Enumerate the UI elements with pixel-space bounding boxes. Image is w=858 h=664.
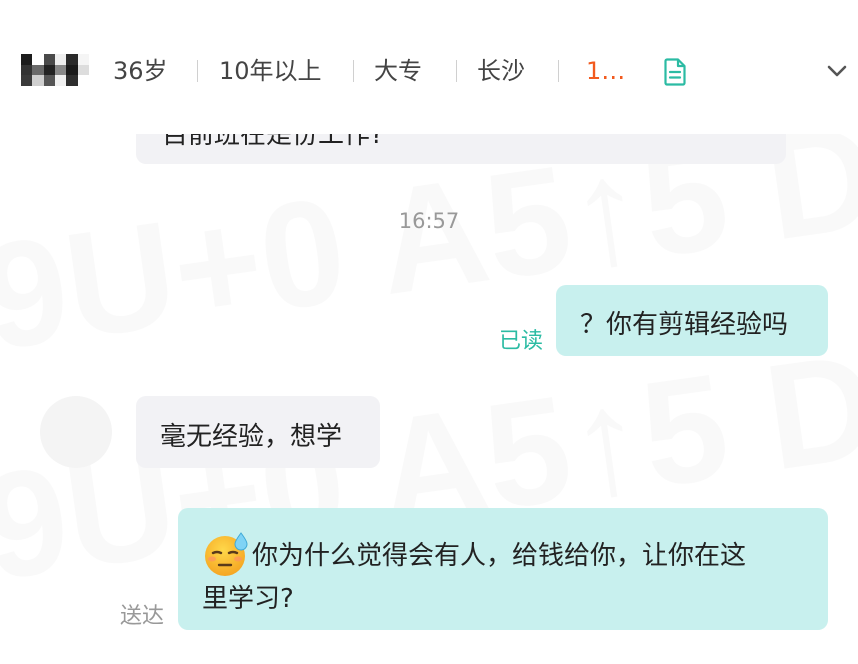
candidate-experience: 10年以上	[219, 57, 322, 85]
candidate-city: 长沙	[477, 57, 525, 85]
sweat-emoji-icon	[205, 532, 248, 576]
candidate-info-header: 36岁 10年以上 大专 长沙 1…	[0, 0, 858, 134]
message-bubble-received[interactable]: 毫无经验，想学	[136, 396, 380, 468]
message-text-line: 里学习?	[202, 584, 294, 614]
chevron-down-icon[interactable]	[826, 60, 848, 82]
candidate-education: 大专	[374, 57, 422, 85]
document-icon[interactable]	[664, 58, 686, 86]
message-text: ？你有剪辑经验吗	[580, 310, 789, 340]
avatar[interactable]	[21, 54, 89, 86]
contact-avatar[interactable]	[40, 396, 112, 468]
divider	[353, 60, 354, 82]
candidate-age: 36岁	[113, 57, 168, 85]
read-status: 已读	[499, 329, 544, 354]
message-text-line: 你为什么觉得会有人，给钱给你，让你在这	[202, 530, 746, 578]
candidate-salary: 1…	[586, 57, 626, 85]
message-text: 你为什么觉得会有人，给钱给你，让你在这	[252, 541, 747, 571]
message-timestamp: 16:57	[398, 209, 460, 233]
message-text: 毫无经验，想学	[160, 422, 343, 452]
divider	[558, 60, 559, 82]
delivery-status: 送达	[120, 604, 165, 629]
divider	[197, 60, 198, 82]
divider	[456, 60, 457, 82]
message-bubble-sent[interactable]: 你为什么觉得会有人，给钱给你，让你在这 里学习?	[178, 508, 828, 630]
message-bubble-sent[interactable]: ？你有剪辑经验吗	[556, 285, 828, 356]
